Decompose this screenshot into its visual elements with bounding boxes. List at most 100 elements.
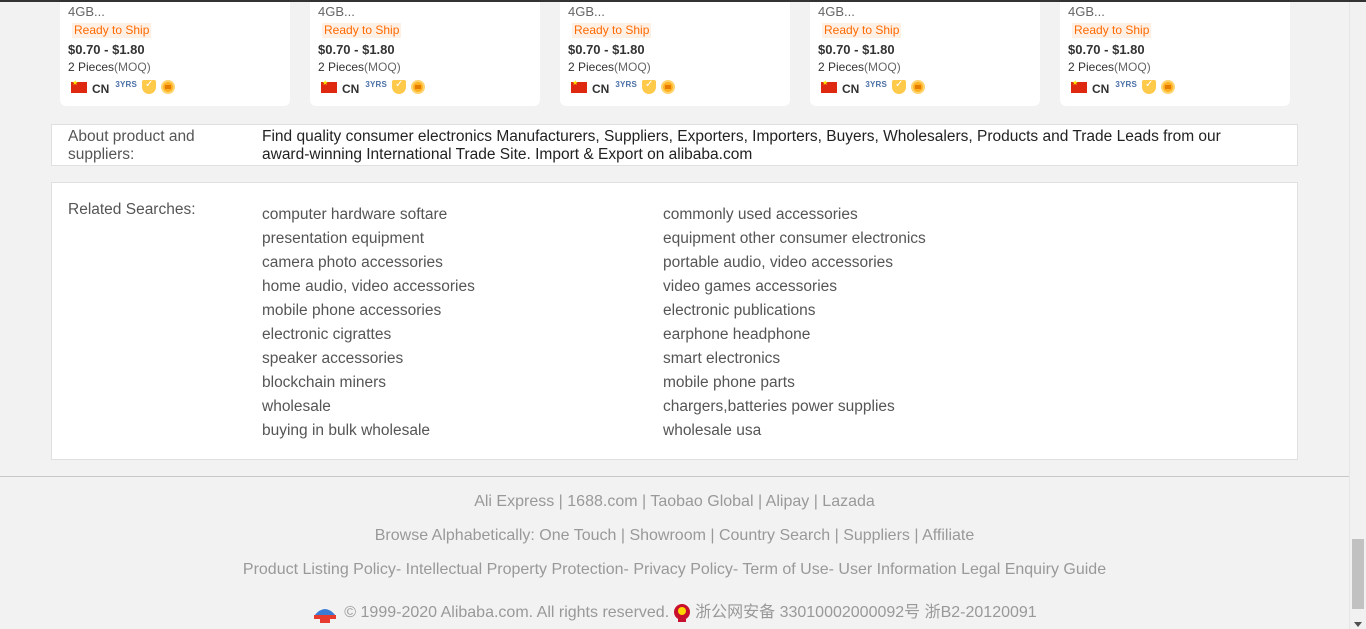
country-code: CN [342, 81, 360, 96]
product-row: 4GB... Ready to Ship $0.70 - $1.80 2 Pie… [60, 2, 1300, 106]
trade-assurance-icon[interactable] [911, 80, 926, 94]
related-search-link[interactable]: electronic cigrattes [262, 323, 475, 347]
about-section: About product and suppliers: Find qualit… [51, 124, 1298, 166]
supplier-meta: CN 3YRS [318, 79, 532, 96]
related-searches-column-2: commonly used accessories equipment othe… [663, 203, 926, 443]
related-search-link[interactable]: buying in bulk wholesale [262, 419, 475, 443]
related-search-link[interactable]: wholesale usa [663, 419, 926, 443]
vertical-scrollbar[interactable] [1349, 2, 1366, 629]
product-name[interactable]: 4GB... [568, 3, 782, 21]
years-badge: 3YRS [615, 80, 638, 89]
moq-quantity: 2 Pieces [68, 60, 115, 74]
product-card[interactable]: 4GB... Ready to Ship $0.70 - $1.80 2 Pie… [560, 2, 790, 106]
related-search-link[interactable]: commonly used accessories [663, 203, 926, 227]
scroll-down-arrow-icon[interactable] [1354, 622, 1362, 627]
china-flag-icon [71, 79, 87, 93]
product-name[interactable]: 4GB... [318, 3, 532, 21]
related-search-link[interactable]: home audio, video accessories [262, 275, 475, 299]
product-name[interactable]: 4GB... [1068, 3, 1282, 21]
footer-link-suppliers[interactable]: Suppliers [843, 527, 910, 544]
related-search-link[interactable]: smart electronics [663, 347, 926, 371]
footer-link-term-of-use[interactable]: Term of Use [742, 561, 828, 578]
footer-browse-label: Browse Alphabetically: [374, 527, 535, 544]
years-badge: 3YRS [1115, 80, 1138, 89]
copyright-text: © 1999-2020 Alibaba.com. All rights rese… [344, 604, 670, 621]
footer-link-one-touch[interactable]: One Touch [539, 527, 616, 544]
footer-link-product-listing-policy[interactable]: Product Listing Policy [243, 561, 396, 578]
related-search-link[interactable]: equipment other consumer electronics [663, 227, 926, 251]
product-price: $0.70 - $1.80 [318, 42, 395, 57]
ready-to-ship-tag: Ready to Ship [822, 23, 902, 38]
footer-link-alipay[interactable]: Alipay [766, 493, 810, 510]
moq-quantity: 2 Pieces [568, 60, 615, 74]
related-search-link[interactable]: speaker accessories [262, 347, 475, 371]
product-price: $0.70 - $1.80 [818, 42, 895, 57]
verified-shield-icon[interactable] [642, 79, 657, 94]
related-search-link[interactable]: presentation equipment [262, 227, 475, 251]
related-search-link[interactable]: earphone headphone [663, 323, 926, 347]
moq-unit: (MOQ) [114, 60, 151, 74]
product-name[interactable]: 4GB... [818, 3, 1032, 21]
footer-link-affiliate[interactable]: Affiliate [922, 527, 974, 544]
product-price: $0.70 - $1.80 [1068, 42, 1145, 57]
trade-assurance-icon[interactable] [661, 80, 676, 94]
footer-link-1688[interactable]: 1688.com [567, 493, 637, 510]
verified-shield-icon[interactable] [892, 79, 907, 94]
related-search-link[interactable]: video games accessories [663, 275, 926, 299]
country-code: CN [1092, 81, 1110, 96]
footer-link-privacy-policy[interactable]: Privacy Policy [633, 561, 733, 578]
moq-quantity: 2 Pieces [818, 60, 865, 74]
footer-link-showroom[interactable]: Showroom [629, 527, 705, 544]
police-emblem-icon [674, 603, 691, 622]
verified-shield-icon[interactable] [142, 79, 157, 94]
moq-unit: (MOQ) [614, 60, 651, 74]
moq-unit: (MOQ) [864, 60, 901, 74]
country-code: CN [592, 81, 610, 96]
moq-unit: (MOQ) [364, 60, 401, 74]
icp-license-link[interactable]: 浙公网安备 33010002000092号 浙B2-20120091 [695, 604, 1037, 621]
related-search-link[interactable]: camera photo accessories [262, 251, 475, 275]
verified-shield-icon[interactable] [1142, 79, 1157, 94]
footer-link-lazada[interactable]: Lazada [822, 493, 875, 510]
moq-unit: (MOQ) [1114, 60, 1151, 74]
related-search-link[interactable]: mobile phone parts [663, 371, 926, 395]
supplier-meta: CN 3YRS [68, 79, 282, 96]
related-searches-column-1: computer hardware softare presentation e… [262, 203, 475, 443]
supplier-meta: CN 3YRS [818, 79, 1032, 96]
product-card[interactable]: 4GB... Ready to Ship $0.70 - $1.80 2 Pie… [60, 2, 290, 106]
about-label: About product and suppliers: [68, 128, 195, 163]
verified-shield-icon[interactable] [392, 79, 407, 94]
trade-assurance-icon[interactable] [161, 80, 176, 94]
product-moq: 2 Pieces(MOQ) [68, 60, 282, 75]
china-flag-icon [1071, 79, 1087, 93]
ready-to-ship-tag: Ready to Ship [322, 23, 402, 38]
related-search-link[interactable]: electronic publications [663, 299, 926, 323]
supplier-meta: CN 3YRS [568, 79, 782, 96]
public-security-badge-icon [314, 608, 337, 623]
product-card[interactable]: 4GB... Ready to Ship $0.70 - $1.80 2 Pie… [810, 2, 1040, 106]
footer-link-legal-enquiry-guide[interactable]: User Information Legal Enquiry Guide [838, 561, 1106, 578]
product-moq: 2 Pieces(MOQ) [568, 60, 782, 75]
footer-link-ip-protection[interactable]: Intellectual Property Protection [406, 561, 624, 578]
moq-quantity: 2 Pieces [1068, 60, 1115, 74]
related-search-link[interactable]: portable audio, video accessories [663, 251, 926, 275]
related-search-link[interactable]: chargers,batteries power supplies [663, 395, 926, 419]
trade-assurance-icon[interactable] [411, 80, 426, 94]
china-flag-icon [571, 79, 587, 93]
related-search-link[interactable]: wholesale [262, 395, 475, 419]
product-card[interactable]: 4GB... Ready to Ship $0.70 - $1.80 2 Pie… [310, 2, 540, 106]
ready-to-ship-tag: Ready to Ship [72, 23, 152, 38]
page: 4GB... Ready to Ship $0.70 - $1.80 2 Pie… [0, 0, 1366, 629]
country-code: CN [842, 81, 860, 96]
related-search-link[interactable]: blockchain miners [262, 371, 475, 395]
related-search-link[interactable]: computer hardware softare [262, 203, 475, 227]
footer-link-country-search[interactable]: Country Search [719, 527, 830, 544]
footer-link-taobao-global[interactable]: Taobao Global [650, 493, 753, 510]
trade-assurance-icon[interactable] [1161, 80, 1176, 94]
product-card[interactable]: 4GB... Ready to Ship $0.70 - $1.80 2 Pie… [1060, 2, 1290, 106]
scrollbar-thumb[interactable] [1352, 539, 1364, 609]
footer-browse-links: Browse Alphabetically: One Touch | Showr… [374, 527, 975, 544]
product-name[interactable]: 4GB... [68, 3, 282, 21]
related-search-link[interactable]: mobile phone accessories [262, 299, 475, 323]
footer-link-aliexpress[interactable]: Ali Express [474, 493, 554, 510]
